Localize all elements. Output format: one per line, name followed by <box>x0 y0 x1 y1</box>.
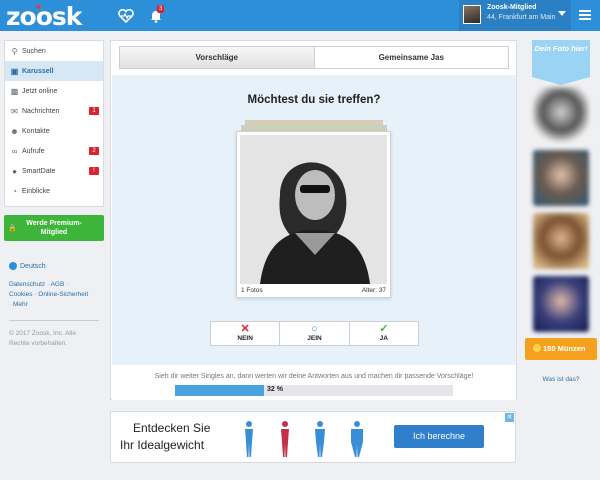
language-label: Deutsch <box>20 262 46 270</box>
suggested-profile-thumbnail[interactable] <box>533 87 589 143</box>
hint-text: Sieh dir weiter Singles an, dann werten … <box>154 373 474 380</box>
profile-menu[interactable]: Zoosk-Mitglied 44, Frankfurt am Main <box>459 0 571 31</box>
glasses-icon: ∞ <box>11 146 18 156</box>
contacts-icon: ☻ <box>10 126 19 136</box>
progress-section: Sieh dir weiter Singles an, dann werten … <box>112 365 516 400</box>
sidebar-item-label: Karussell <box>22 67 54 75</box>
sidebar-item-smartdate[interactable]: ● SmartDate ! <box>5 161 103 181</box>
sidebar-item-label: Nachrichten <box>22 107 60 115</box>
hamburger-menu-icon[interactable] <box>579 10 591 22</box>
progress-label: 32 % <box>267 386 283 393</box>
sidebar-item-label: Einblicke <box>22 187 51 195</box>
sidebar-item-label: Jetzt online <box>22 87 58 95</box>
tab-vorschlaege[interactable]: Vorschläge <box>120 47 315 68</box>
premium-label: Werde Premium-Mitglied <box>26 220 82 236</box>
body-figure-icon <box>315 421 326 457</box>
smartdate-icon: ● <box>12 166 17 176</box>
yes-label: JA <box>379 335 388 342</box>
tab-bar: Vorschläge Gemeinsame Jas <box>119 46 509 69</box>
profile-photo[interactable] <box>240 135 387 284</box>
circle-icon: ○ <box>311 323 318 335</box>
heart-pulse-icon[interactable] <box>116 6 136 26</box>
profile-card[interactable]: 1 Fotos Alter: 37 <box>236 131 391 298</box>
close-icon[interactable]: ✕ <box>505 413 514 422</box>
suggested-profile-thumbnail[interactable] <box>533 150 589 206</box>
ad-figures <box>241 420 366 458</box>
yes-button[interactable]: ✓ JA <box>350 322 418 345</box>
sidebar-item-aufrufe[interactable]: ∞ Aufrufe 2 <box>5 141 103 161</box>
lock-icon: 🔒 <box>8 225 17 232</box>
ad-cta-button[interactable]: Ich berechne <box>394 425 484 448</box>
sidebar-item-jetzt-online[interactable]: ▩ Jetzt online <box>5 81 103 101</box>
suggested-profile-thumbnail[interactable] <box>533 276 589 332</box>
footer-link-mehr[interactable]: Mehr <box>13 301 28 308</box>
search-icon: ⚲ <box>11 46 18 56</box>
globe-icon <box>9 262 17 270</box>
smartdate-badge: ! <box>89 167 99 175</box>
banner-tail <box>532 77 590 85</box>
sidebar-nav: ⚲ Suchen ▣ Karussell ▩ Jetzt online ✉ Na… <box>4 40 104 207</box>
coins-help-link[interactable]: Was ist das? <box>525 376 597 383</box>
views-badge: 2 <box>89 147 99 155</box>
avatar[interactable] <box>463 5 481 24</box>
profile-name: Zoosk-Mitglied <box>487 4 537 11</box>
sidebar-item-label: Aufrufe <box>22 147 45 155</box>
footer-links: Datenschutz · AGB · Cookies · Online-Sic… <box>9 281 89 308</box>
sidebar-item-label: Suchen <box>22 47 46 55</box>
ad-headline-2: Ihr Idealgewicht <box>120 438 205 452</box>
chevron-down-icon[interactable] <box>558 11 566 16</box>
coin-icon <box>533 344 541 352</box>
sidebar-item-nachrichten[interactable]: ✉ Nachrichten 1 <box>5 101 103 121</box>
profile-location: 44, Frankfurt am Main <box>487 14 556 21</box>
language-selector[interactable]: Deutsch <box>9 262 46 270</box>
carousel-icon: ▣ <box>10 66 19 76</box>
progress-bar: 32 % <box>175 385 453 396</box>
online-icon: ▩ <box>10 86 19 96</box>
premium-button[interactable]: 🔒 Werde Premium-Mitglied <box>4 215 104 241</box>
no-label: NEIN <box>237 335 253 342</box>
ad-headline-1: Entdecken Sie <box>133 421 211 435</box>
unread-badge: 1 <box>89 107 99 115</box>
maybe-button[interactable]: ○ JEIN <box>280 322 350 345</box>
divider <box>9 320 99 321</box>
mail-icon: ✉ <box>11 106 18 116</box>
notification-badge: 3 <box>157 5 165 13</box>
carousel-area: Möchtest du sie treffen? 1 Fotos Alter: … <box>112 75 516 400</box>
body-figure-icon <box>245 421 253 457</box>
sidebar-item-label: SmartDate <box>22 167 56 175</box>
x-icon: ✕ <box>240 323 250 335</box>
sidebar-item-label: Kontakte <box>22 127 50 135</box>
coins-button[interactable]: 150 Münzen <box>525 338 597 360</box>
top-bar: zoosk ♥ 3 Zoosk-Mitglied 44, Frankfurt a… <box>0 0 600 31</box>
age-label: Alter: 37 <box>361 287 386 294</box>
carousel-panel: Vorschläge Gemeinsame Jas Möchtest du si… <box>110 40 517 400</box>
body-figure-icon <box>280 421 289 457</box>
maybe-label: JEIN <box>307 335 322 342</box>
upload-photo-banner[interactable]: Dein Foto hier! <box>532 40 590 77</box>
footer-link-cookies[interactable]: Cookies <box>9 291 32 298</box>
copyright-text: © 2017 Zoosk, Inc. Alle Rechte vorbehalt… <box>9 330 76 347</box>
logo-heart-icon: ♥ <box>36 2 42 12</box>
sidebar-item-einblicke[interactable]: ◔ Einblicke <box>5 181 103 201</box>
sidebar-item-kontakte[interactable]: ☻ Kontakte <box>5 121 103 141</box>
suggested-profile-thumbnail[interactable] <box>533 213 589 269</box>
zoosk-logo[interactable]: zoosk <box>6 2 82 31</box>
footer-link-online-sicherheit[interactable]: Online-Sicherheit <box>38 291 88 298</box>
sidebar-item-karussell[interactable]: ▣ Karussell <box>5 61 103 81</box>
vote-bar: ✕ NEIN ○ JEIN ✓ JA <box>210 321 419 346</box>
checkmark-icon: ✓ <box>379 323 389 335</box>
no-button[interactable]: ✕ NEIN <box>211 322 281 345</box>
page-title: Möchtest du sie treffen? <box>247 94 381 106</box>
sidebar-item-suchen[interactable]: ⚲ Suchen <box>5 41 103 61</box>
footer-link-agb[interactable]: AGB <box>51 281 65 288</box>
ad-banner[interactable]: Entdecken Sie Ihr Idealgewicht Ich berec… <box>110 411 516 463</box>
tab-gemeinsame-jas[interactable]: Gemeinsame Jas <box>314 47 508 68</box>
insights-icon: ◔ <box>12 186 17 196</box>
body-figure-icon <box>350 421 363 457</box>
coins-label: 150 Münzen <box>543 344 586 353</box>
photo-count: 1 Fotos <box>241 287 263 294</box>
footer-link-datenschutz[interactable]: Datenschutz <box>9 281 45 288</box>
